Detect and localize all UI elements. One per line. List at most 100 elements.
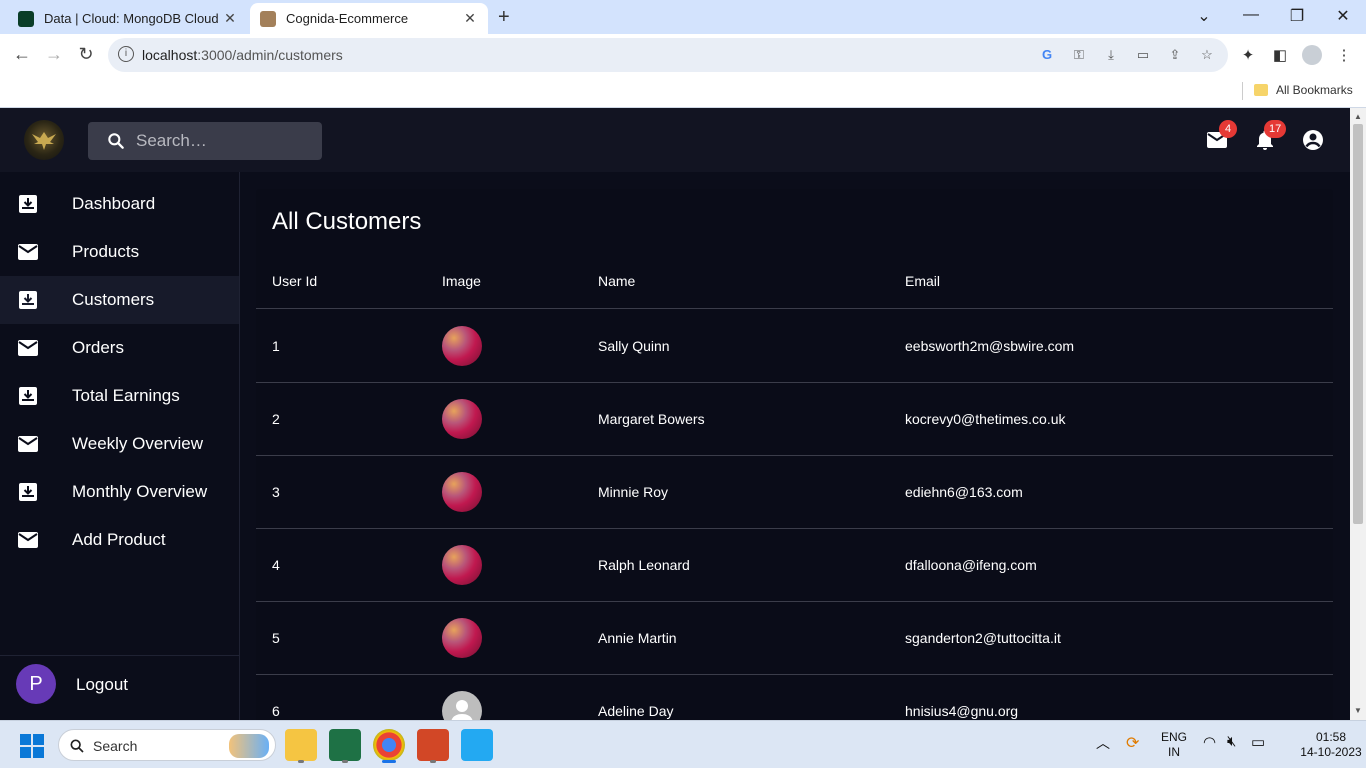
table-row[interactable]: 2 Margaret Bowers kocrevy0@thetimes.co.u… — [256, 383, 1333, 456]
user-id-cell: 4 — [272, 557, 280, 573]
minimize-button[interactable]: — — [1241, 6, 1261, 24]
forward-button[interactable]: → — [43, 44, 65, 65]
customers-panel: All Customers User Id Image Name Email 1… — [256, 189, 1333, 720]
mail-icon — [18, 244, 38, 260]
table-row[interactable]: 1 Sally Quinn eebsworth2m@sbwire.com — [256, 310, 1333, 383]
logout-item[interactable]: P Logout — [0, 655, 239, 720]
user-id-cell: 1 — [272, 338, 280, 354]
sidebar-item-products[interactable]: Products — [0, 228, 239, 276]
sidebar-item-total-earnings[interactable]: Total Earnings — [0, 372, 239, 420]
scrollbar-thumb[interactable] — [1353, 124, 1363, 524]
windows-start-icon[interactable] — [20, 734, 44, 758]
tab-title: Cognida-Ecommerce — [286, 11, 409, 26]
clock[interactable]: 01:58 14-10-2023 — [1300, 730, 1362, 760]
tab-cognida[interactable]: Cognida-Ecommerce ✕ — [250, 3, 488, 34]
extensions-icon[interactable]: ✦ — [1238, 46, 1258, 64]
scroll-down-arrow-icon[interactable]: ▼ — [1354, 706, 1362, 715]
customer-photo — [442, 472, 482, 512]
battery-icon[interactable]: ▭ — [1251, 733, 1265, 751]
sidebar-item-dashboard[interactable]: Dashboard — [0, 180, 239, 228]
sidebar-item-monthly-overview[interactable]: Monthly Overview — [0, 468, 239, 516]
column-header-email: Email — [905, 273, 941, 289]
google-lens-icon[interactable]: G — [1038, 47, 1056, 63]
install-app-icon[interactable]: ⤓ — [1102, 47, 1120, 63]
brand-logo[interactable] — [24, 120, 64, 160]
sidebar-item-orders[interactable]: Orders — [0, 324, 239, 372]
inbox-download-icon — [19, 387, 37, 405]
wifi-icon[interactable]: ◠ — [1203, 733, 1216, 751]
sidebar-item-label: Products — [72, 242, 140, 261]
search-icon — [108, 133, 124, 149]
region-code: IN — [1168, 745, 1180, 759]
name-cell: Minnie Roy — [598, 484, 669, 500]
language-indicator[interactable]: ENG IN — [1158, 730, 1190, 760]
clock-time: 01:58 — [1315, 730, 1347, 744]
excel-icon[interactable] — [329, 729, 361, 763]
all-bookmarks-link[interactable]: All Bookmarks — [1276, 83, 1353, 97]
taskbar-search[interactable]: Search — [58, 729, 276, 761]
sidebar-item-customers[interactable]: Customers — [0, 276, 239, 324]
file-explorer-icon[interactable] — [285, 729, 317, 763]
sidebar-item-label: Add Product — [72, 530, 166, 549]
close-icon[interactable]: ✕ — [462, 10, 478, 27]
sync-icon[interactable]: ⟳ — [1126, 733, 1139, 753]
mail-icon — [18, 436, 38, 452]
back-button[interactable]: ← — [11, 44, 33, 65]
new-tab-button[interactable]: + — [498, 6, 510, 29]
key-icon[interactable]: ⚿ — [1070, 47, 1088, 63]
sidebar-item-add-product[interactable]: Add Product — [0, 516, 239, 564]
url-text: localhost:3000/admin/customers — [142, 47, 343, 63]
customer-photo — [442, 326, 482, 366]
table-row[interactable]: 5 Annie Martin sganderton2@tuttocitta.it — [256, 602, 1333, 675]
tab-search-icon[interactable]: ⌄ — [1194, 6, 1214, 26]
window-close-button[interactable]: ✕ — [1333, 6, 1353, 26]
search-box[interactable] — [88, 122, 322, 160]
table-row[interactable]: 6 Adeline Day hnisius4@gnu.org — [256, 675, 1333, 720]
email-cell: sganderton2@tuttocitta.it — [905, 630, 1061, 646]
card-icon[interactable]: ▭ — [1134, 47, 1152, 63]
account-circle-icon[interactable] — [1301, 128, 1325, 152]
tab-mongodb[interactable]: Data | Cloud: MongoDB Cloud ✕ — [8, 3, 248, 34]
user-id-cell: 6 — [272, 703, 280, 719]
star-bookmark-icon[interactable]: ☆ — [1198, 47, 1216, 63]
table-row[interactable]: 3 Minnie Roy ediehn6@163.com — [256, 456, 1333, 529]
admin-app: 4 17 Dashboard Products Customers Orders — [0, 108, 1350, 720]
name-cell: Sally Quinn — [598, 338, 670, 354]
sidebar-item-label: Customers — [72, 290, 155, 309]
site-info-icon[interactable]: i — [118, 46, 134, 62]
close-icon[interactable]: ✕ — [222, 10, 238, 27]
chrome-icon[interactable] — [373, 729, 405, 763]
name-cell: Annie Martin — [598, 630, 677, 646]
customer-photo — [442, 618, 482, 658]
volume-muted-icon[interactable]: 🔇︎ — [1227, 733, 1236, 750]
tab-strip: Data | Cloud: MongoDB Cloud ✕ Cognida-Ec… — [0, 0, 1366, 34]
profile-avatar-icon[interactable] — [1302, 45, 1322, 65]
customer-photo — [442, 545, 482, 585]
show-hidden-icons-chevron-icon[interactable]: ︿ — [1096, 733, 1110, 753]
share-icon[interactable]: ⇪ — [1166, 47, 1184, 63]
folder-icon — [1254, 84, 1268, 96]
logout-label: Logout — [76, 675, 128, 694]
vscode-icon[interactable] — [461, 729, 493, 761]
email-cell: eebsworth2m@sbwire.com — [905, 338, 1075, 354]
user-id-cell: 5 — [272, 630, 280, 646]
email-cell: ediehn6@163.com — [905, 484, 1023, 500]
sidebar-item-label: Monthly Overview — [72, 482, 208, 501]
menu-kebab-icon[interactable]: ⋮ — [1334, 46, 1354, 64]
powerpoint-icon[interactable] — [417, 729, 449, 763]
search-input[interactable] — [136, 129, 306, 153]
restore-button[interactable]: ❐ — [1287, 6, 1307, 26]
clock-date: 14-10-2023 — [1300, 745, 1362, 759]
page-scrollbar[interactable]: ▲ ▼ — [1350, 108, 1366, 720]
scroll-up-arrow-icon[interactable]: ▲ — [1354, 112, 1362, 121]
sidebar-item-weekly-overview[interactable]: Weekly Overview — [0, 420, 239, 468]
side-panel-icon[interactable]: ◧ — [1270, 46, 1290, 64]
email-cell: kocrevy0@thetimes.co.uk — [905, 411, 1066, 427]
taskbar-search-label: Search — [93, 738, 138, 754]
inbox-download-icon — [19, 483, 37, 501]
site-favicon-icon — [260, 10, 276, 27]
table-row[interactable]: 4 Ralph Leonard dfalloona@ifeng.com — [256, 529, 1333, 602]
table-header: User Id Image Name Email — [256, 261, 1333, 309]
reload-button[interactable]: ↻ — [75, 44, 97, 65]
address-bar[interactable]: i localhost:3000/admin/customers G ⚿ ⤓ ▭… — [108, 38, 1228, 72]
